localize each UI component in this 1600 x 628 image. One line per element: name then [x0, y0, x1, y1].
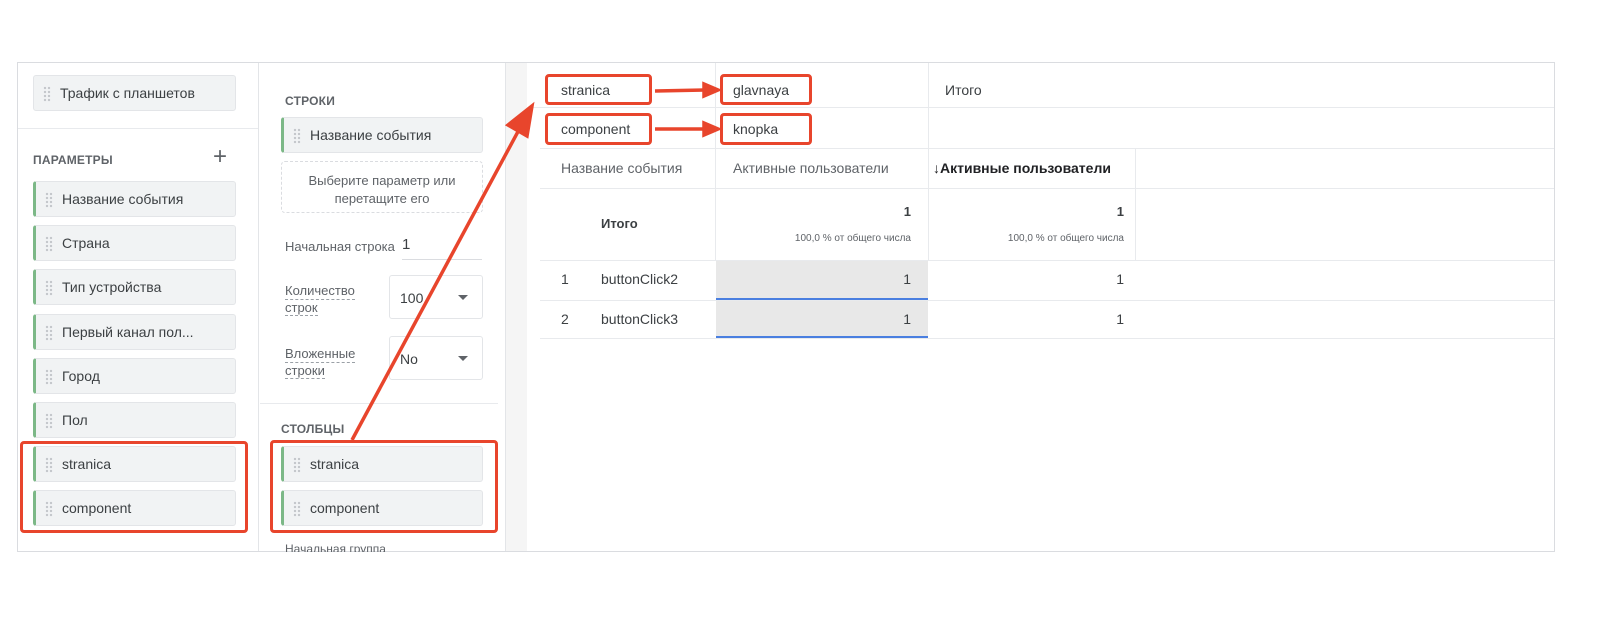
- annotation-arrows: [350, 81, 723, 441]
- arrow-line: [654, 88, 706, 93]
- arrow-head-icon: [504, 101, 535, 139]
- arrow-head-icon: [702, 81, 723, 99]
- arrow-line: [350, 125, 523, 441]
- arrow-head-icon: [702, 120, 723, 138]
